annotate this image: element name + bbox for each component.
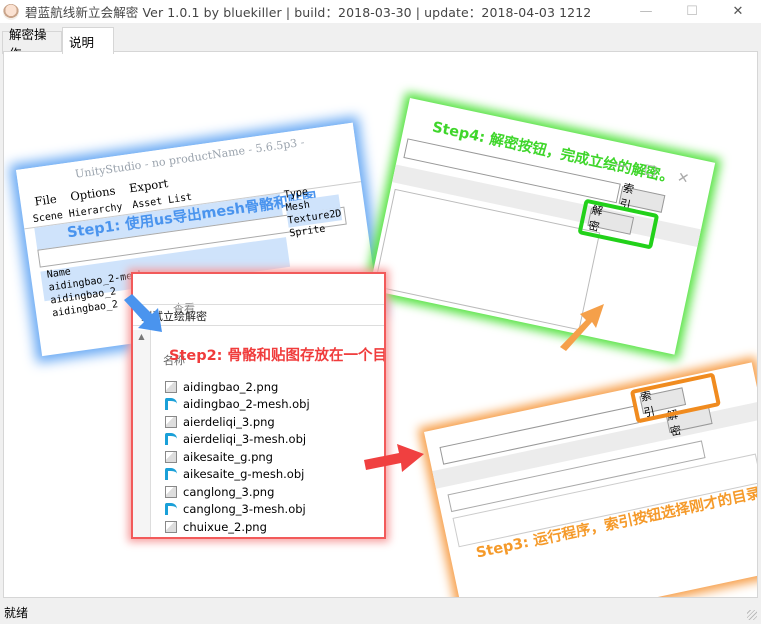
list-item: chuixue_2.png bbox=[165, 518, 310, 536]
list-item: aierdeliqi_3-mesh.obj bbox=[165, 431, 310, 449]
step2-label: Step2: 骨骼和贴图存放在一个目录 bbox=[169, 348, 386, 364]
step3-screenshot: 索 引 解 密 Step3: 运行程序，索引按钮选择刚才的目录 bbox=[424, 362, 757, 597]
file-list: aidingbao_2.png aidingbao_2-mesh.obj aie… bbox=[165, 378, 310, 536]
scroll-up-icon: ▲ bbox=[138, 332, 145, 341]
menu-export: Export bbox=[128, 176, 170, 196]
png-file-icon bbox=[165, 520, 177, 533]
close-icon: ✕ bbox=[675, 169, 691, 188]
list-item: aikesaite_g.png bbox=[165, 448, 310, 466]
list-item: canglong_3.png bbox=[165, 483, 310, 501]
resize-grip-icon[interactable] bbox=[747, 610, 757, 620]
list-item: aierdeliqi_3.png bbox=[165, 413, 310, 431]
tab-bar: 解密操作 说明 bbox=[0, 23, 761, 61]
list-item: aidingbao_2.png bbox=[165, 378, 310, 396]
step4-screenshot: Step4: 解密按钮，完成立绘的解密。 — ☐ ✕ 索 引 解 密 bbox=[369, 98, 716, 355]
png-file-icon bbox=[165, 415, 177, 428]
window-title: 碧蓝航线新立会解密 Ver 1.0.1 by bluekiller | buil… bbox=[25, 5, 592, 20]
status-text: 就绪 bbox=[4, 605, 29, 620]
list-item: canglong_3-mesh.obj bbox=[165, 501, 310, 519]
asset-type-column: Type Mesh Texture2D Sprite bbox=[283, 181, 344, 240]
app-icon bbox=[3, 3, 19, 20]
png-file-icon bbox=[165, 450, 177, 463]
obj-file-icon bbox=[165, 433, 177, 446]
obj-file-icon bbox=[165, 503, 177, 516]
explorer-scrollbar: ▲ bbox=[133, 330, 151, 537]
menu-file: File bbox=[33, 191, 58, 209]
obj-file-icon bbox=[165, 398, 177, 411]
png-file-icon bbox=[165, 380, 177, 393]
step2-screenshot: 查看 测试立绘解密 ▲ 名称 Step2: 骨骼和贴图存放在一个目录 aidin… bbox=[131, 272, 386, 539]
minimize-button[interactable]: — bbox=[623, 0, 669, 23]
status-bar: 就绪 bbox=[0, 600, 761, 624]
instructions-panel: UnityStudio - no productName - 5.6.5p3 -… bbox=[3, 51, 758, 598]
list-item: aidingbao_2-mesh.obj bbox=[165, 396, 310, 414]
close-button[interactable]: ✕ bbox=[715, 0, 761, 23]
obj-file-icon bbox=[165, 468, 177, 481]
maximize-button[interactable]: ☐ bbox=[669, 0, 715, 23]
tab-instructions[interactable]: 说明 bbox=[62, 27, 114, 54]
title-bar: 碧蓝航线新立会解密 Ver 1.0.1 by bluekiller | buil… bbox=[0, 0, 761, 23]
list-item: aikesaite_g-mesh.obj bbox=[165, 466, 310, 484]
breadcrumb: 测试立绘解密 bbox=[141, 310, 207, 323]
png-file-icon bbox=[165, 485, 177, 498]
